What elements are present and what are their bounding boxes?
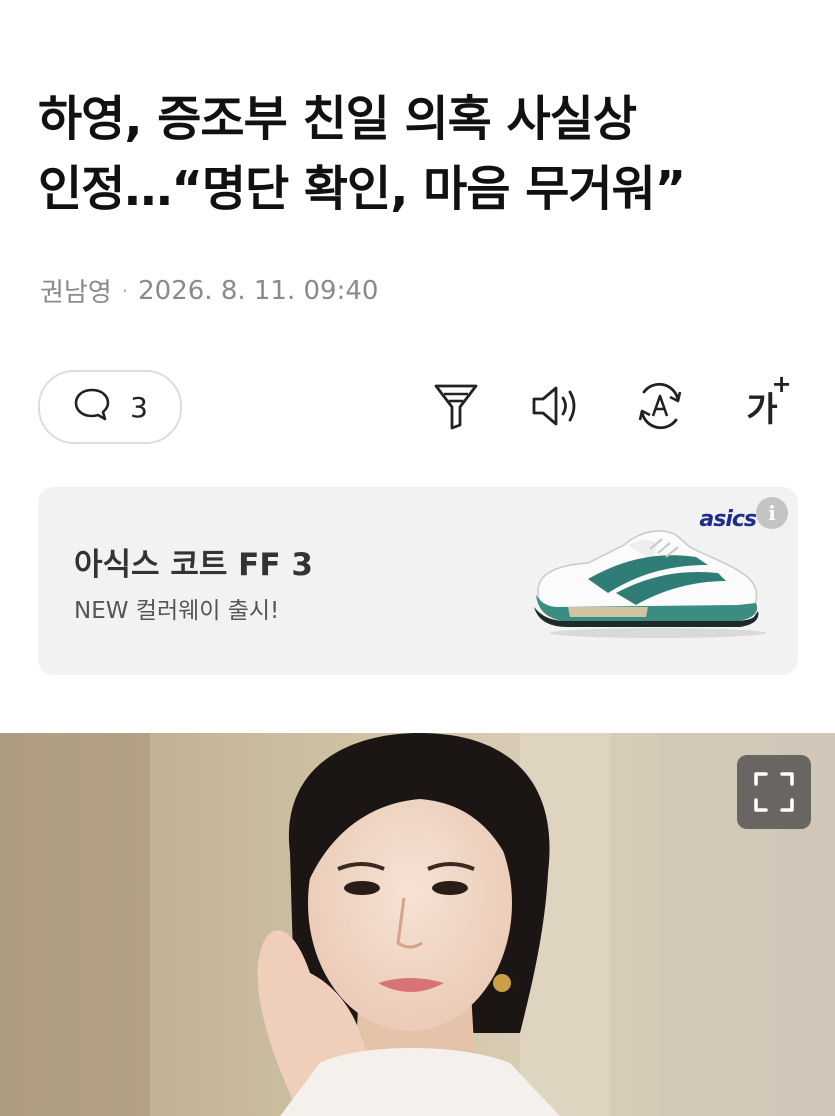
byline-separator: · xyxy=(121,278,129,303)
font-size-icon[interactable]: 가 + xyxy=(734,369,792,434)
fullscreen-icon xyxy=(754,772,794,812)
summary-filter-icon[interactable] xyxy=(428,378,484,434)
comment-button[interactable]: 3 xyxy=(38,370,182,444)
ad-shoe-image xyxy=(534,530,766,638)
author-name[interactable]: 권남영 xyxy=(40,272,112,309)
article-toolbar: 3 가 + xyxy=(38,370,798,444)
fullscreen-button[interactable] xyxy=(737,755,811,829)
publish-datetime: 2026. 8. 11. 09:40 xyxy=(138,275,379,306)
article-page: 하영, 증조부 친일 의혹 사실상 인정…“명단 확인, 마음 무거워” 권남영… xyxy=(0,0,835,1116)
translate-icon[interactable] xyxy=(632,378,688,434)
article-byline: 권남영 · 2026. 8. 11. 09:40 xyxy=(40,272,378,309)
font-size-label: 가 + xyxy=(746,369,792,430)
article-headline: 하영, 증조부 친일 의혹 사실상 인정…“명단 확인, 마음 무거워” xyxy=(38,84,798,224)
hero-photo[interactable] xyxy=(0,733,835,1116)
speaker-icon[interactable] xyxy=(528,378,584,434)
headline-line-1: 하영, 증조부 친일 의혹 사실상 xyxy=(38,91,637,147)
headline-line-2: 인정…“명단 확인, 마음 무거워” xyxy=(38,161,686,217)
ad-subtitle: NEW 컬러웨이 출시! xyxy=(74,598,280,624)
ad-title: 아식스 코트 FF 3 xyxy=(74,547,313,583)
hero-photo-image xyxy=(0,733,835,1116)
comment-count: 3 xyxy=(130,390,148,424)
comment-icon xyxy=(72,384,112,431)
ad-banner[interactable]: 아식스 코트 FF 3 NEW 컬러웨이 출시! asics i xyxy=(38,487,798,675)
